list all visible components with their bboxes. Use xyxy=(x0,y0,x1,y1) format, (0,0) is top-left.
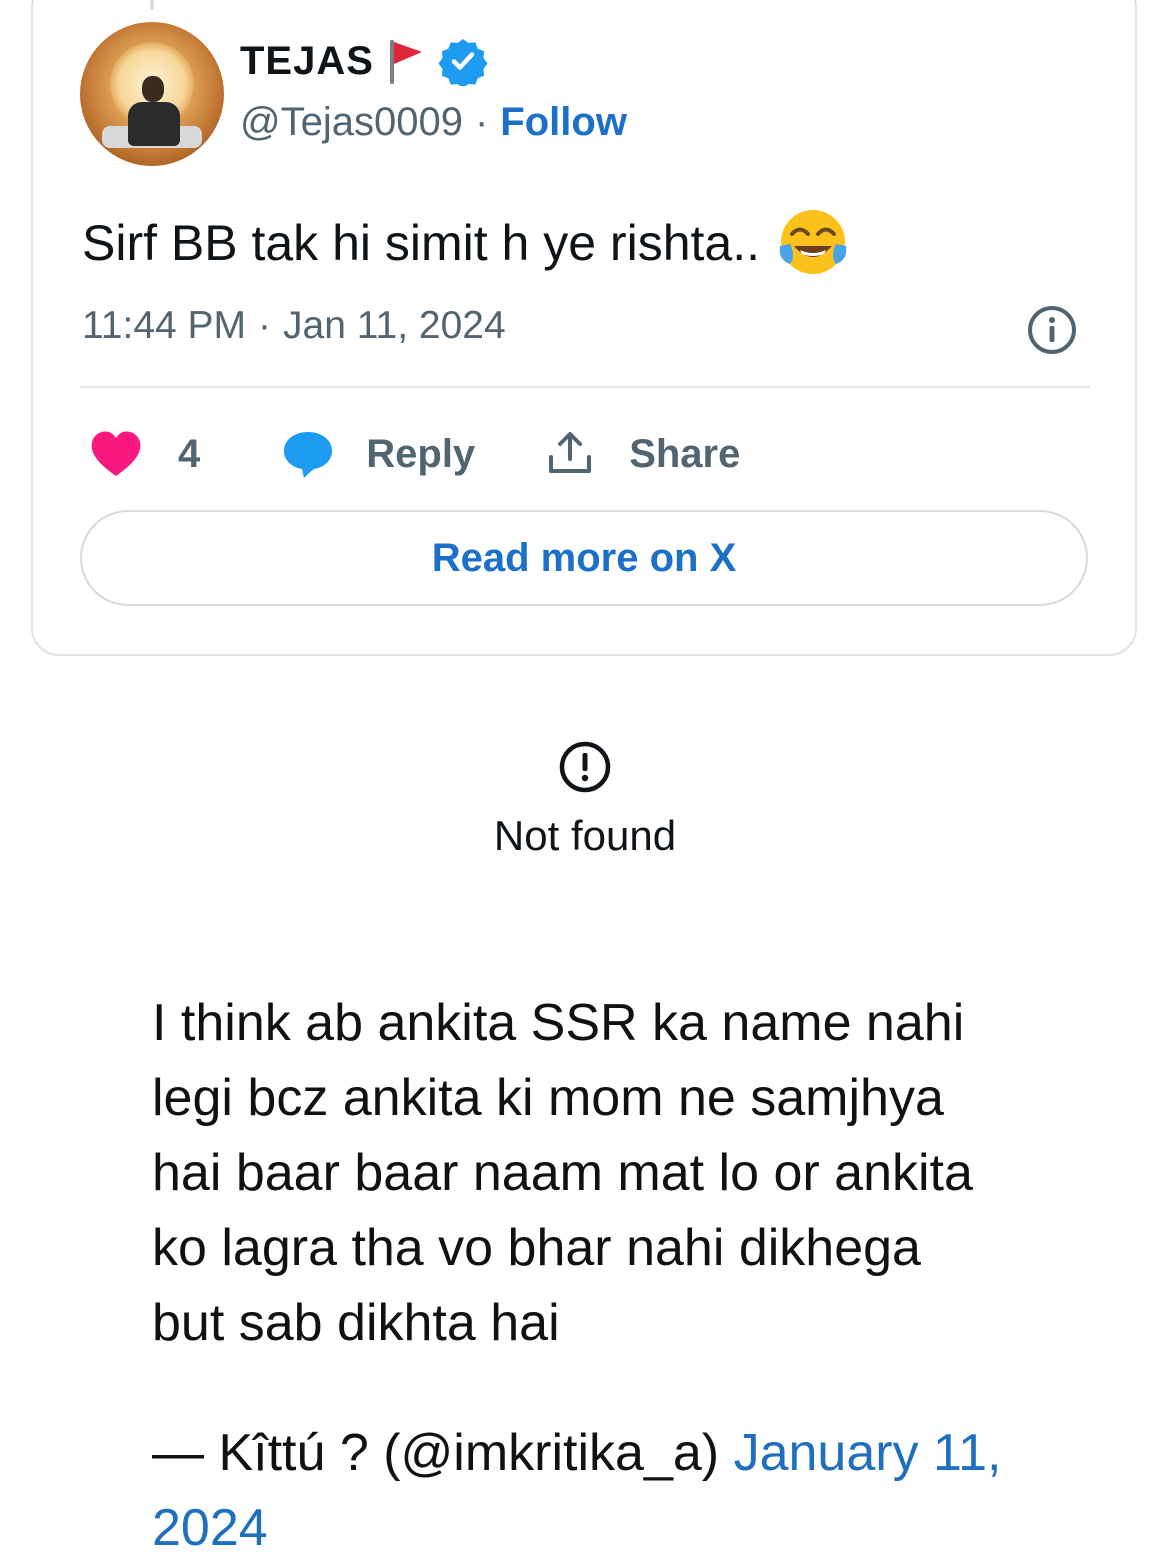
quote-attribution: — Kîttú ? (@imkritika_a) January 11, 2024 xyxy=(152,1416,1052,1564)
quote-line: ko lagra tha vo bhar nahi dikhega xyxy=(152,1219,921,1277)
tweet-actions: 4 Reply Share xyxy=(88,424,740,484)
tweet-time: 11:44 PM xyxy=(82,304,247,347)
like-count: 4 xyxy=(178,431,201,476)
verified-badge-icon xyxy=(438,39,488,86)
page: TEJAS @Tejas0009 · Follow Sirf BB tak hi… xyxy=(0,0,1170,1564)
tweet-timestamp[interactable]: 11:44 PM · Jan 11, 2024 xyxy=(82,304,506,348)
quote-line: legi bcz ankita ki mom ne samjhya xyxy=(152,1069,944,1127)
quote-line: but sab dikhta hai xyxy=(152,1294,560,1352)
blockquote: I think ab ankita SSR ka name nahi legi … xyxy=(152,986,1052,1361)
not-found-message: Not found xyxy=(493,812,677,859)
share-button[interactable]: Share xyxy=(545,429,740,479)
alert-circle-icon xyxy=(559,741,611,793)
author-row: TEJAS xyxy=(240,36,488,86)
read-more-on-x-button[interactable]: Read more on X xyxy=(80,510,1088,606)
attribution-date-line1: January 11, xyxy=(733,1424,1002,1482)
quote-line: I think ab ankita SSR ka name nahi xyxy=(152,994,965,1052)
tweet-divider xyxy=(80,386,1090,388)
handle-row: @Tejas0009 · Follow xyxy=(240,100,627,145)
tweet-text-row: Sirf BB tak hi simit h ye rishta.. xyxy=(82,206,850,280)
share-icon xyxy=(549,432,592,473)
author-name[interactable]: TEJAS xyxy=(240,39,374,84)
follow-button[interactable]: Follow xyxy=(500,100,627,145)
share-label: Share xyxy=(629,431,741,476)
heart-icon xyxy=(91,431,141,476)
timestamp-separator: · xyxy=(258,304,272,347)
tweet-date: Jan 11, 2024 xyxy=(283,304,506,347)
reply-bubble-icon xyxy=(284,432,333,478)
reply-label: Reply xyxy=(366,431,476,476)
card-top-divider xyxy=(150,0,154,10)
avatar[interactable] xyxy=(80,22,224,166)
separator-dot: · xyxy=(474,100,489,144)
tweet-text: Sirf BB tak hi simit h ye rishta.. xyxy=(82,215,760,271)
info-icon[interactable] xyxy=(1026,304,1078,356)
face-with-tears-of-joy-icon xyxy=(779,210,847,274)
attribution-author: — Kîttú ? (@imkritika_a) xyxy=(152,1424,720,1482)
author-handle[interactable]: @Tejas0009 xyxy=(240,100,463,145)
red-flag-icon xyxy=(389,40,422,84)
like-button[interactable]: 4 xyxy=(88,428,200,480)
quote-line: hai baar baar naam mat lo or ankita xyxy=(152,1144,973,1202)
attribution-date-line2: 2024 xyxy=(152,1499,268,1557)
reply-button[interactable]: Reply xyxy=(280,428,475,480)
